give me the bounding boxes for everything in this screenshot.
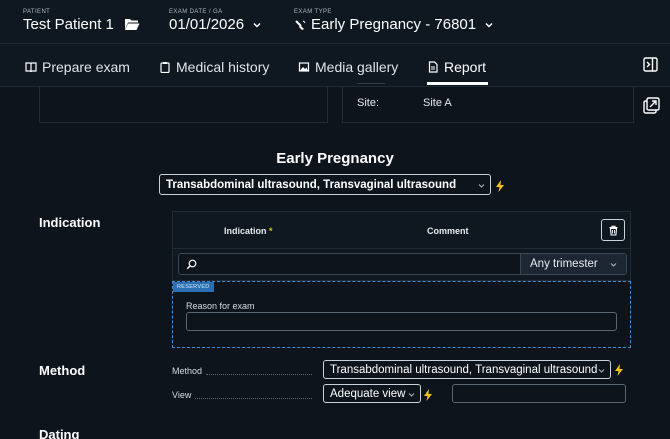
site-value: Site A	[423, 97, 452, 109]
indication-table: Indication * Comment Any trimester	[172, 211, 631, 281]
chevron-down-icon	[408, 392, 415, 397]
patient-name[interactable]: Test Patient 1	[23, 16, 114, 33]
table-divider	[173, 248, 630, 249]
site-label: Site:	[357, 97, 380, 109]
clipped-row	[357, 83, 385, 88]
book-icon	[25, 62, 37, 73]
comment-column-header: Comment	[427, 226, 469, 236]
exam-modality-select[interactable]: Transabdominal ultrasound, Transvaginal …	[159, 174, 491, 195]
report-nav: Prepare exam Medical history Media galle…	[0, 44, 670, 87]
indication-column-header: Indication *	[224, 226, 273, 236]
lightning-bolt-icon[interactable]	[614, 364, 624, 376]
chevron-down-icon	[598, 368, 605, 373]
trimester-select[interactable]: Any trimester	[520, 254, 626, 274]
view-label: View	[172, 390, 192, 400]
active-tab-indicator	[427, 82, 488, 85]
info-card-right: Site: Site A	[342, 83, 634, 123]
method-select[interactable]: Transabdominal ultrasound, Transvaginal …	[323, 360, 611, 379]
view-value: Adequate view	[330, 387, 406, 400]
indication-search-input[interactable]: Any trimester	[178, 253, 627, 275]
reserved-tag: RESERVED	[173, 282, 214, 292]
tab-report[interactable]: Report	[427, 56, 486, 78]
exam-modality-value: Transabdominal ultrasound, Transvaginal …	[166, 178, 457, 191]
trimester-value: Any trimester	[530, 258, 598, 270]
tab-label: Media gallery	[315, 59, 399, 75]
exam-date-value: 01/01/2026	[169, 16, 245, 33]
trash-icon	[609, 225, 618, 236]
tab-label: Medical history	[176, 59, 270, 75]
tab-label: Report	[444, 59, 487, 75]
info-card-left	[39, 87, 328, 123]
image-icon	[298, 62, 310, 72]
exam-header: PATIENT Test Patient 1 EXAM DATE / GA 01…	[0, 0, 670, 44]
exam-date-label: EXAM DATE / GA	[169, 9, 223, 15]
exam-type-select[interactable]: Early Pregnancy - 76801	[294, 16, 494, 33]
required-marker: *	[269, 226, 273, 236]
method-value: Transabdominal ultrasound, Transvaginal …	[330, 363, 598, 376]
delete-button[interactable]	[601, 219, 625, 241]
leader-dots	[195, 398, 312, 399]
chevron-down-icon	[485, 22, 493, 27]
view-comment-input[interactable]	[452, 384, 626, 403]
lightning-bolt-icon[interactable]	[423, 389, 433, 401]
tab-medical-history[interactable]: Medical history	[159, 56, 269, 78]
popout-icon[interactable]	[641, 96, 661, 116]
tab-label: Prepare exam	[42, 59, 130, 75]
exam-date-select[interactable]: 01/01/2026	[169, 16, 262, 33]
exam-type-value: Early Pregnancy - 76801	[311, 16, 477, 33]
document-icon	[428, 61, 438, 73]
dating-section-title: Dating	[39, 427, 80, 439]
tab-media-gallery[interactable]: Media gallery	[298, 56, 398, 78]
reason-for-exam-input[interactable]	[186, 312, 617, 331]
exam-type-label: EXAM TYPE	[294, 9, 332, 15]
method-section-title: Method	[39, 363, 86, 378]
report-title: Early Pregnancy	[276, 150, 394, 167]
clipboard-icon	[160, 62, 170, 73]
tab-prepare-exam[interactable]: Prepare exam	[25, 56, 130, 78]
reason-for-exam-label: Reason for exam	[186, 301, 255, 311]
search-icon	[186, 259, 197, 270]
reserved-region: RESERVED Reason for exam	[172, 281, 631, 348]
indication-section-title: Indication	[39, 215, 101, 230]
leader-dots	[206, 374, 312, 375]
chevron-down-icon	[610, 263, 617, 267]
chevron-down-icon	[253, 22, 261, 27]
patient-label: PATIENT	[23, 9, 51, 15]
method-label: Method	[172, 366, 203, 376]
ultrasound-probe-icon	[295, 19, 306, 30]
folder-open-icon[interactable]	[124, 17, 140, 31]
view-select[interactable]: Adequate view	[323, 384, 421, 403]
chevron-down-icon	[478, 183, 485, 188]
lightning-bolt-icon[interactable]	[495, 180, 505, 192]
collapse-panel-icon[interactable]	[641, 55, 661, 75]
indication-column-label: Indication	[224, 226, 267, 236]
